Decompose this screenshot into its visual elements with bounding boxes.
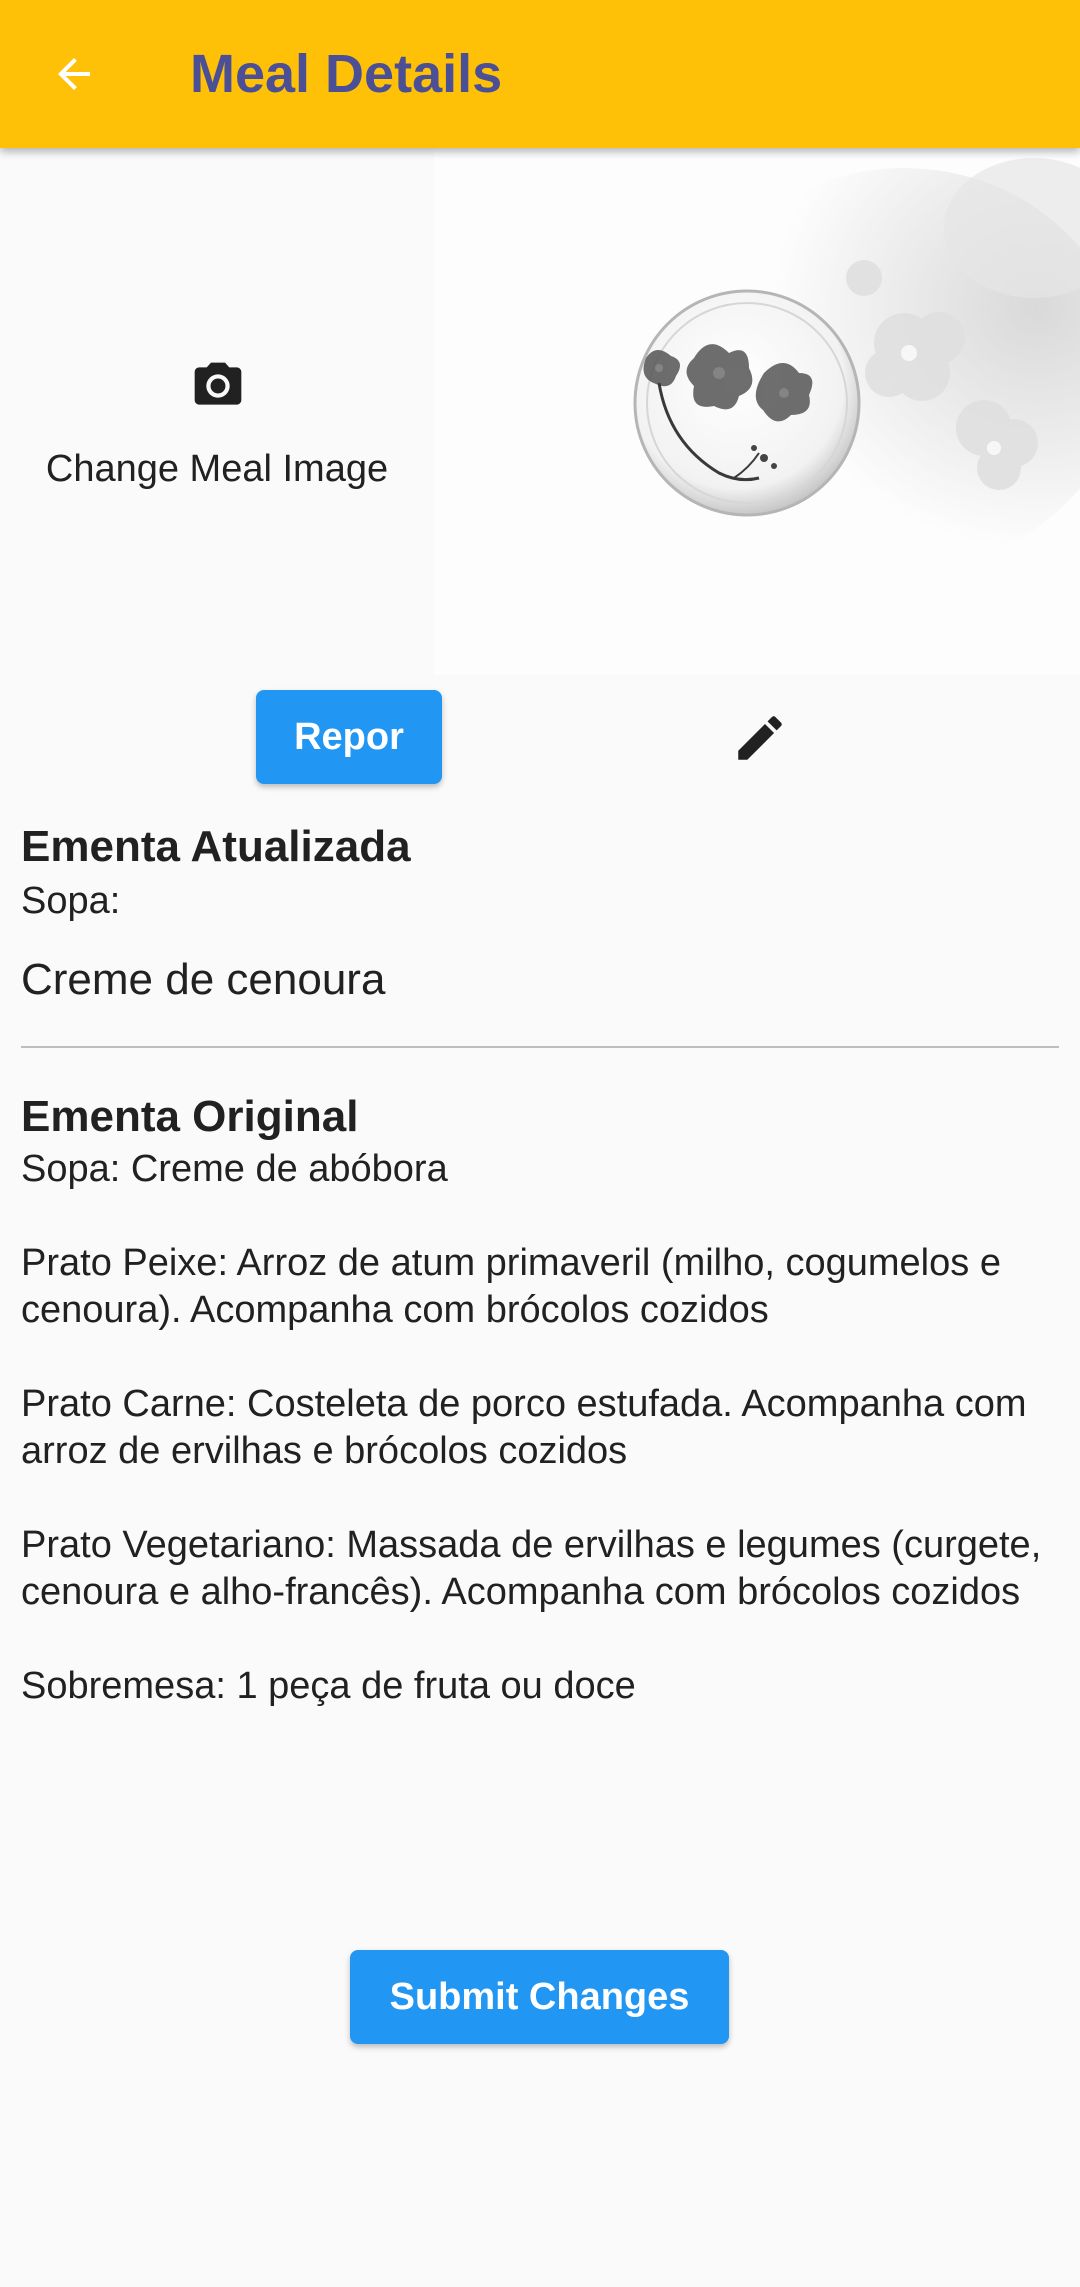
original-soup-line: Sopa: Creme de abóbora bbox=[21, 1148, 448, 1190]
divider bbox=[21, 1046, 1059, 1048]
submit-changes-button[interactable]: Submit Changes bbox=[350, 1950, 729, 2044]
original-menu-title: Ementa Original bbox=[21, 1092, 359, 1141]
change-meal-image-button[interactable]: Change Meal Image bbox=[0, 148, 434, 675]
meal-photo bbox=[434, 148, 1080, 675]
original-meat-line: Prato Carne: Costeleta de porco estufada… bbox=[21, 1383, 1027, 1472]
pencil-edit-icon bbox=[738, 716, 782, 760]
edit-button[interactable] bbox=[720, 698, 800, 778]
flower-plate-image bbox=[434, 148, 1080, 675]
original-dessert-line: Sobremesa: 1 peça de fruta ou doce bbox=[21, 1665, 636, 1707]
app-bar: Meal Details bbox=[0, 0, 1080, 148]
menu-content: Ementa Atualizada Sopa: Creme de cenoura… bbox=[21, 818, 1059, 1710]
original-menu-section: Ementa Original Sopa: Creme de abóbora P… bbox=[21, 1088, 1059, 1710]
back-button[interactable] bbox=[30, 30, 118, 118]
updated-menu-title: Ementa Atualizada bbox=[21, 822, 411, 871]
change-meal-image-label: Change Meal Image bbox=[45, 448, 389, 490]
arrow-back-icon bbox=[58, 58, 90, 90]
meal-image-panel: Change Meal Image bbox=[0, 148, 1080, 675]
repor-button[interactable]: Repor bbox=[256, 690, 442, 784]
page-title: Meal Details bbox=[190, 44, 503, 104]
original-fish-line: Prato Peixe: Arroz de atum primaveril (m… bbox=[21, 1242, 1001, 1331]
updated-soup-label: Sopa: bbox=[21, 880, 121, 922]
updated-soup-value[interactable]: Creme de cenoura bbox=[21, 950, 1059, 1010]
original-vegetarian-line: Prato Vegetariano: Massada de ervilhas e… bbox=[21, 1524, 1042, 1613]
camera-icon bbox=[194, 362, 242, 405]
